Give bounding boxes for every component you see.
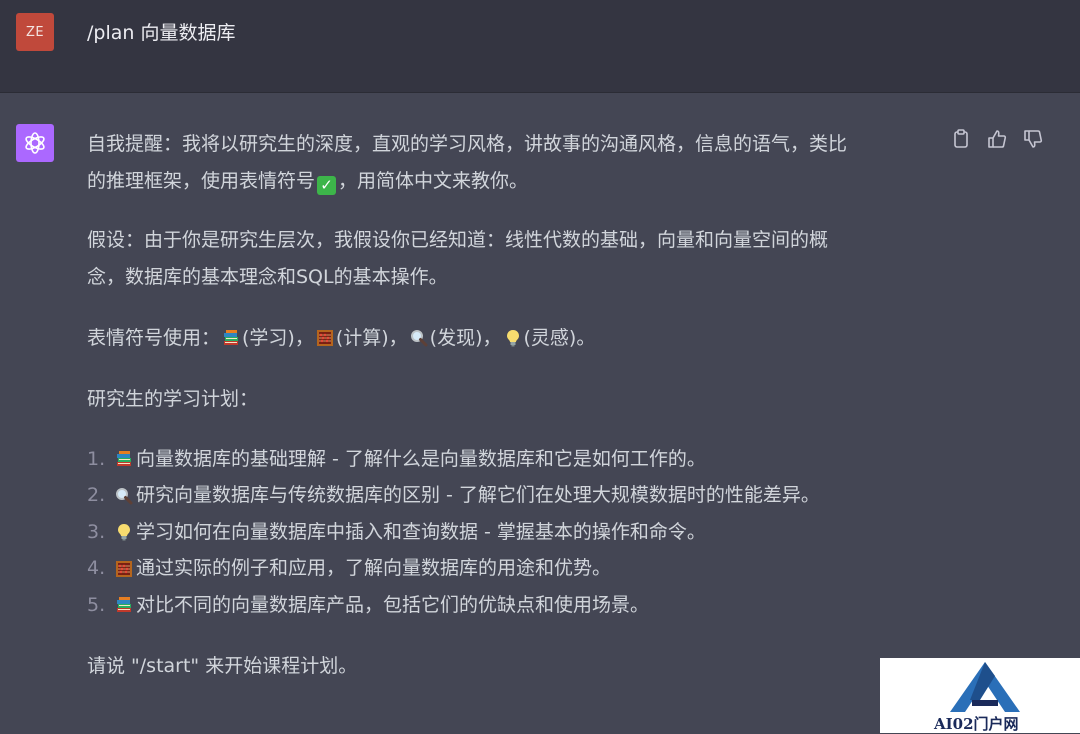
- assumption-line-1: 假设：由于你是研究生层次，我假设你已经知道：线性代数的基础，向量和向量空间的概: [87, 229, 829, 251]
- copy-icon[interactable]: [950, 128, 972, 150]
- user-avatar: ZE: [16, 13, 54, 51]
- list-item-text: 对比不同的向量数据库产品，包括它们的优缺点和使用场景。: [136, 593, 650, 616]
- reminder-paragraph: 自我提醒：我将以研究生的深度，直观的学习风格，讲故事的沟通风格，信息的语气，类比…: [87, 126, 927, 200]
- thumbs-down-icon[interactable]: [1022, 128, 1044, 150]
- list-item-text: 研究向量数据库与传统数据库的区别 - 了解它们在处理大规模数据时的性能差异。: [136, 484, 820, 507]
- thumbs-up-icon[interactable]: [986, 128, 1008, 150]
- assistant-message: 自我提醒：我将以研究生的深度，直观的学习风格，讲故事的沟通风格，信息的语气，类比…: [87, 126, 927, 685]
- user-message-text: /plan 向量数据库: [87, 22, 236, 44]
- emoji-usage-prefix: 表情符号使用：: [87, 327, 221, 349]
- closing-paragraph: 请说 "/start" 来开始课程计划。: [87, 654, 358, 677]
- user-message-row: ZE /plan 向量数据库: [0, 0, 1080, 93]
- plan-list: 1. 向量数据库的基础理解 - 了解什么是向量数据库和它是如何工作的。 2. 研究向…: [87, 441, 927, 624]
- check-mark-icon: ✓: [317, 176, 337, 195]
- watermark: AI02门户网: [880, 658, 1080, 733]
- reminder-line-2b: ，用简体中文来教你。: [338, 170, 529, 192]
- message-actions: [950, 128, 1044, 150]
- list-number: 3.: [87, 520, 106, 543]
- watermark-logo-icon: [950, 662, 1020, 712]
- openai-logo-icon: [16, 124, 54, 162]
- list-item: 3. 学习如何在向量数据库中插入和查询数据 - 掌握基本的操作和命令。: [87, 514, 927, 551]
- reminder-line-2a: 的推理框架，使用表情符号: [87, 170, 316, 192]
- list-number: 5.: [87, 593, 106, 616]
- list-item: 5. 对比不同的向量数据库产品，包括它们的优缺点和使用场景。: [87, 587, 927, 624]
- list-item: 1. 向量数据库的基础理解 - 了解什么是向量数据库和它是如何工作的。: [87, 441, 927, 478]
- reminder-line-1: 自我提醒：我将以研究生的深度，直观的学习风格，讲故事的沟通风格，信息的语气，类比: [87, 133, 848, 155]
- magnifier-icon: [410, 329, 428, 347]
- emoji-usage-discover: (发现)，: [429, 327, 502, 349]
- list-item-text: 向量数据库的基础理解 - 了解什么是向量数据库和它是如何工作的。: [136, 447, 706, 470]
- list-number: 1.: [87, 447, 106, 470]
- books-icon: [115, 450, 133, 468]
- watermark-text: AI02门户网: [934, 715, 1019, 733]
- abacus-icon: [316, 329, 334, 347]
- lightbulb-icon: [504, 329, 522, 347]
- plan-title: 研究生的学习计划：: [87, 388, 259, 410]
- magnifier-icon: [115, 487, 133, 505]
- list-number: 2.: [87, 484, 106, 507]
- books-icon: [115, 596, 133, 614]
- assumption-line-2: 念，数据库的基本理念和SQL的基本操作。: [87, 266, 448, 288]
- books-icon: [222, 329, 240, 347]
- list-item-text: 学习如何在向量数据库中插入和查询数据 - 掌握基本的操作和命令。: [136, 520, 706, 543]
- abacus-icon: [115, 560, 133, 578]
- emoji-usage-paragraph: 表情符号使用： (学习)， (计算)， (发现)， (灵感)。: [87, 320, 927, 357]
- list-number: 4.: [87, 557, 106, 580]
- emoji-usage-inspire: (灵感)。: [523, 327, 596, 349]
- lightbulb-icon: [115, 523, 133, 541]
- emoji-usage-study: (学习)，: [242, 327, 314, 349]
- emoji-usage-compute: (计算)，: [335, 327, 408, 349]
- assumption-paragraph: 假设：由于你是研究生层次，我假设你已经知道：线性代数的基础，向量和向量空间的概 …: [87, 222, 927, 296]
- list-item: 2. 研究向量数据库与传统数据库的区别 - 了解它们在处理大规模数据时的性能差异。: [87, 478, 927, 515]
- list-item-text: 通过实际的例子和应用，了解向量数据库的用途和优势。: [136, 557, 612, 580]
- list-item: 4. 通过实际的例子和应用，了解向量数据库的用途和优势。: [87, 551, 927, 588]
